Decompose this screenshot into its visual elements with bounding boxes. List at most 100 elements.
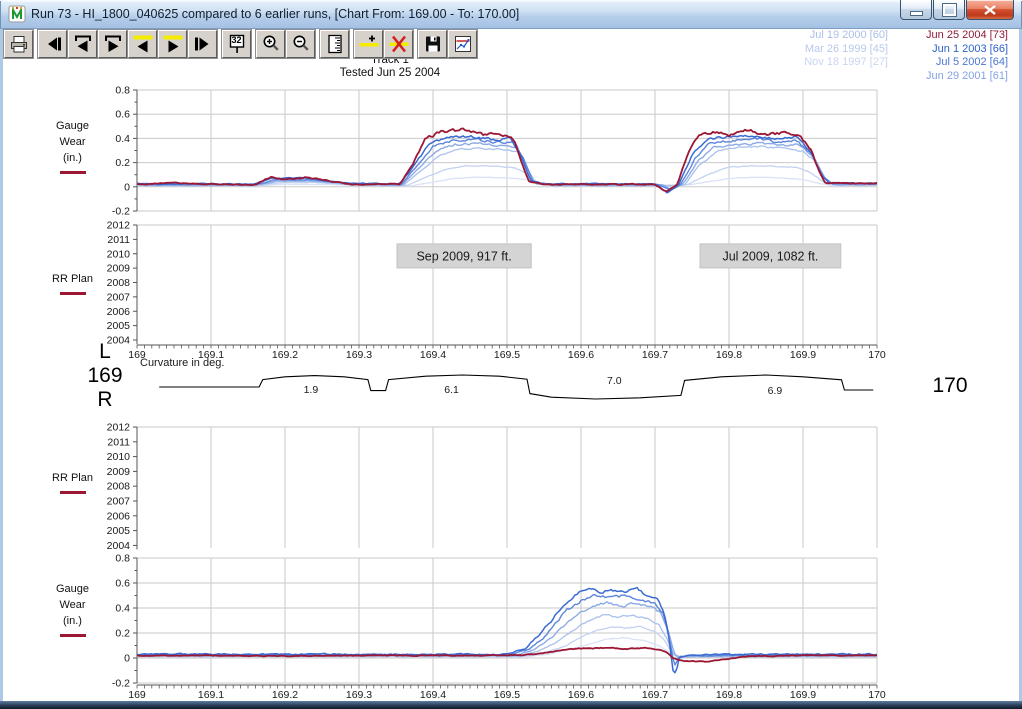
bracket-left-arrow-icon <box>72 33 94 55</box>
milepost-right: 170 <box>922 374 978 398</box>
print-button[interactable] <box>4 30 33 58</box>
save-button[interactable] <box>418 30 447 58</box>
minimize-button[interactable] <box>900 0 932 20</box>
chart-options-icon <box>452 33 474 55</box>
svg-text:2011: 2011 <box>107 436 130 448</box>
x-axis-bottom <box>137 685 877 689</box>
prev-run-button[interactable] <box>38 30 67 58</box>
restore-icon <box>943 4 956 16</box>
toolbar: 32 <box>4 30 478 58</box>
svg-text:2005: 2005 <box>107 525 131 537</box>
svg-text:169.9: 169.9 <box>790 349 816 361</box>
svg-text:0.8: 0.8 <box>115 85 130 97</box>
svg-text:169: 169 <box>128 689 146 701</box>
close-button[interactable] <box>966 0 1014 20</box>
svg-text:0.2: 0.2 <box>115 157 130 169</box>
app-window: 0.80.60.40.20-0.220122011201020092008200… <box>0 0 1022 709</box>
tested-date-label: Tested Jun 25 2004 <box>290 67 490 80</box>
bracket-right-arrow-icon <box>102 33 124 55</box>
step-back-icon <box>42 33 64 55</box>
step-forward-icon <box>192 33 214 55</box>
next-section-button[interactable] <box>98 30 127 58</box>
legend-recent-runs: Jun 25 2004 [73] Jun 1 2003 [66] Jul 5 2… <box>926 29 1008 83</box>
prev-defect-button[interactable] <box>128 30 157 58</box>
svg-text:0.4: 0.4 <box>115 133 130 145</box>
zoom-out-button[interactable] <box>286 30 315 58</box>
yellow-bar-left-arrow-icon <box>132 33 154 55</box>
ruler-icon <box>324 33 346 55</box>
svg-text:169.8: 169.8 <box>716 349 742 361</box>
svg-text:169.6: 169.6 <box>568 689 594 701</box>
delete-marker-button[interactable] <box>384 30 413 58</box>
svg-text:2010: 2010 <box>107 248 131 260</box>
svg-text:0: 0 <box>124 181 130 193</box>
legend-item[interactable]: Jun 1 2003 [66] <box>926 43 1008 57</box>
svg-text:2012: 2012 <box>107 220 131 232</box>
minimize-icon <box>910 11 923 16</box>
svg-text:169.2: 169.2 <box>272 349 298 361</box>
ylabel-rrplan-top: RR Plan <box>45 271 100 295</box>
svg-text:6.1: 6.1 <box>444 384 459 396</box>
svg-text:7.0: 7.0 <box>607 375 622 387</box>
svg-text:170: 170 <box>868 689 886 701</box>
svg-text:2012: 2012 <box>107 422 131 434</box>
svg-text:2007: 2007 <box>107 496 131 508</box>
svg-text:2007: 2007 <box>107 291 131 303</box>
app-icon <box>8 5 26 23</box>
series-color-sample <box>60 634 86 637</box>
series-color-sample <box>60 292 86 295</box>
svg-text:169.7: 169.7 <box>642 689 668 701</box>
save-icon <box>422 33 444 55</box>
next-run-button[interactable] <box>188 30 217 58</box>
svg-text:2009: 2009 <box>107 263 131 275</box>
svg-text:169.6: 169.6 <box>568 349 594 361</box>
svg-text:-0.2: -0.2 <box>112 206 130 218</box>
speed-sign-button[interactable]: 32 <box>222 30 251 58</box>
yellow-bar-right-arrow-icon <box>162 33 184 55</box>
ylabel-gauge-wear-top: Gauge Wear (in.) <box>45 118 100 174</box>
delete-marker-icon <box>388 33 410 55</box>
legend-item[interactable]: Jul 19 2000 [60] <box>804 29 888 43</box>
zoom-in-icon <box>260 33 282 55</box>
svg-text:169.3: 169.3 <box>346 689 372 701</box>
svg-text:2010: 2010 <box>107 451 131 463</box>
series-color-sample <box>60 491 86 494</box>
series-color-sample <box>60 171 86 174</box>
legend-item[interactable]: Jun 25 2004 [73] <box>926 29 1008 43</box>
svg-text:169.3: 169.3 <box>346 349 372 361</box>
prev-section-button[interactable] <box>68 30 97 58</box>
svg-text:169.8: 169.8 <box>716 689 742 701</box>
svg-text:169.1: 169.1 <box>198 689 224 701</box>
legend-item[interactable]: Jul 5 2002 [64] <box>926 56 1008 70</box>
svg-text:2004: 2004 <box>107 540 131 552</box>
legend-earlier-runs: Jul 19 2000 [60] Mar 26 1999 [45] Nov 18… <box>804 29 888 70</box>
svg-text:2009: 2009 <box>107 466 131 478</box>
svg-text:0.8: 0.8 <box>115 553 130 565</box>
next-defect-button[interactable] <box>158 30 187 58</box>
chart-options-button[interactable] <box>448 30 477 58</box>
window-border-bottom <box>0 701 1022 709</box>
svg-text:169.9: 169.9 <box>790 689 816 701</box>
svg-text:169.7: 169.7 <box>642 349 668 361</box>
restore-button[interactable] <box>933 0 965 20</box>
add-marker-icon <box>358 33 380 55</box>
add-marker-button[interactable] <box>354 30 383 58</box>
legend-item[interactable]: Nov 18 1997 [27] <box>804 56 888 70</box>
zoom-in-button[interactable] <box>256 30 285 58</box>
close-icon <box>983 5 997 15</box>
svg-text:169.4: 169.4 <box>420 349 446 361</box>
svg-text:0.2: 0.2 <box>115 628 130 640</box>
ylabel-rrplan-bottom: RR Plan <box>45 470 100 494</box>
svg-text:2005: 2005 <box>107 320 131 332</box>
svg-text:169.4: 169.4 <box>420 689 446 701</box>
legend-item[interactable]: Jun 29 2001 [61] <box>926 70 1008 84</box>
ruler-button[interactable] <box>320 30 349 58</box>
zoom-out-icon <box>290 33 312 55</box>
window-title: Run 73 - HI_1800_040625 compared to 6 ea… <box>31 7 519 21</box>
svg-text:Jul 2009, 1082 ft.: Jul 2009, 1082 ft. <box>722 249 818 263</box>
svg-text:-0.2: -0.2 <box>112 678 130 690</box>
svg-text:Sep 2009, 917 ft.: Sep 2009, 917 ft. <box>416 249 511 263</box>
titlebar[interactable]: Run 73 - HI_1800_040625 compared to 6 ea… <box>0 0 1022 29</box>
x-axis-top <box>137 345 877 349</box>
legend-item[interactable]: Mar 26 1999 [45] <box>804 43 888 57</box>
